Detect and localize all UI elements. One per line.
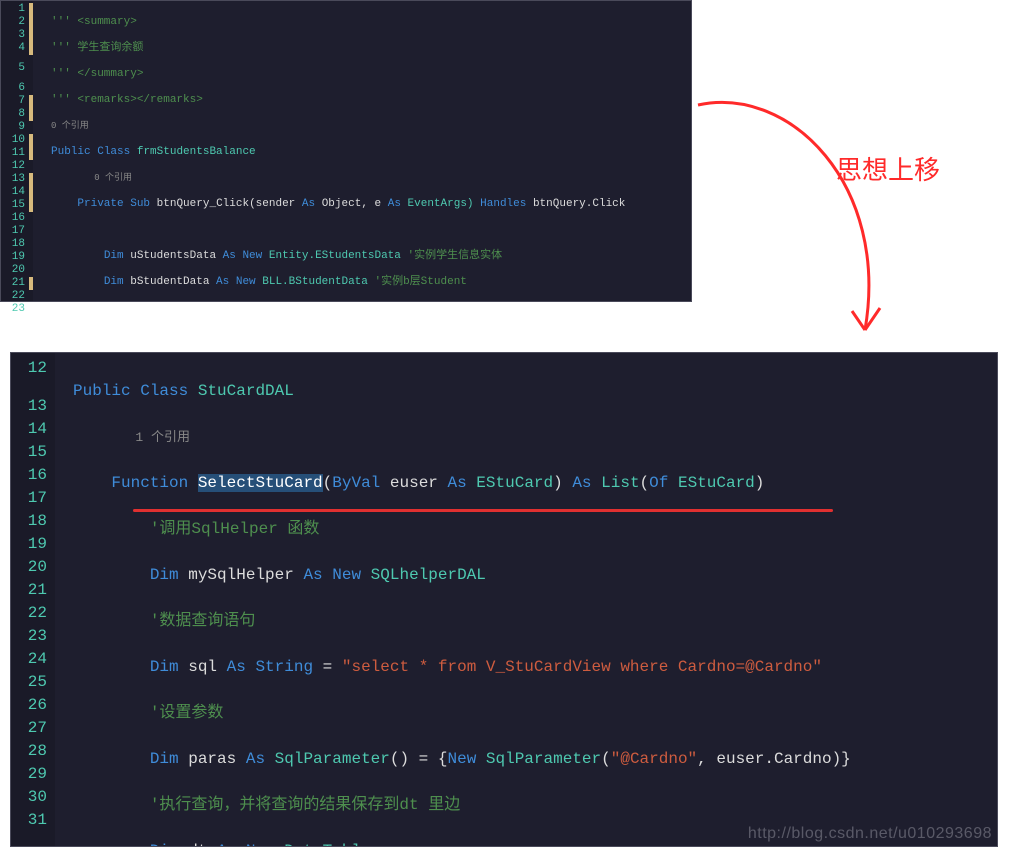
code-editor-top[interactable]: 1 2 3 4 5 6 7 8 9 10 11 12 13 14 15 16 1…: [0, 0, 692, 302]
annotation-arrow: [690, 95, 950, 355]
line-gutter: 12 13 14 15 16 17 18 19 20 21 22 23 24 2…: [11, 353, 51, 846]
annotation-underline: [133, 509, 833, 512]
code-editor-bottom[interactable]: 12 13 14 15 16 17 18 19 20 21 22 23 24 2…: [10, 352, 998, 847]
annotation-label: 思想上移: [836, 150, 940, 187]
line-gutter: 1 2 3 4 5 6 7 8 9 10 11 12 13 14 15 16 1…: [1, 1, 29, 301]
code-content-bottom[interactable]: ⊟Public Class StuCardDAL 1 个引用 ⊟Function…: [55, 353, 997, 846]
watermark-text: http://blog.csdn.net/u010293698: [748, 825, 992, 843]
code-content-top[interactable]: ''' <summary> ''' 学生查询余额 ''' </summary> …: [33, 1, 691, 301]
